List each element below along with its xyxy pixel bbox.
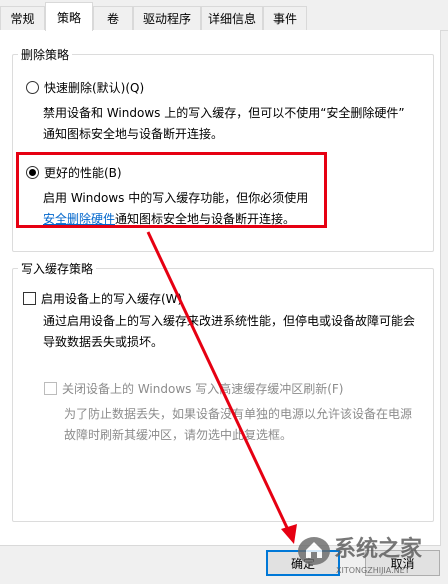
write-cache-policy-legend: 写入缓存策略 — [21, 262, 94, 276]
tab-policy[interactable]: 策略 — [45, 2, 93, 31]
disable-cache-flush-option: 关闭设备上的 Windows 写入高速缓存缓冲区刷新(F) — [44, 380, 343, 397]
enable-write-cache-label: 启用设备上的写入缓存(W) — [41, 292, 183, 306]
better-performance-label: 更好的性能(B) — [44, 166, 122, 180]
disable-cache-flush-description: 为了防止数据丢失，如果设备没有单独的电源以允许该设备在电源 故障时刷新其缓冲区，… — [64, 404, 436, 446]
disable-cache-flush-desc-line1: 为了防止数据丢失，如果设备没有单独的电源以允许该设备在电源 — [64, 407, 413, 421]
disable-cache-flush-label: 关闭设备上的 Windows 写入高速缓存缓冲区刷新(F) — [62, 382, 344, 396]
policy-panel: 删除策略 快速删除(默认)(Q) 禁用设备和 Windows 上的写入缓存，但可… — [0, 30, 441, 546]
quick-removal-description: 禁用设备和 Windows 上的写入缓存，但可以不使用“安全删除硬件” 通知图标… — [43, 103, 433, 145]
better-performance-desc-line2: 安全删除硬件通知图标安全地与设备断开连接。 — [43, 209, 423, 230]
enable-write-cache-description: 通过启用设备上的写入缓存来改进系统性能，但停电或设备故障可能会 导致数据丢失或损… — [43, 311, 438, 353]
better-performance-description: 启用 Windows 中的写入缓存功能，但你必须使用 安全删除硬件通知图标安全地… — [43, 188, 423, 230]
quick-removal-desc-line1: 禁用设备和 Windows 上的写入缓存，但可以不使用“安全删除硬件” — [43, 106, 405, 120]
enable-write-cache-checkbox[interactable] — [23, 292, 36, 305]
safely-remove-hardware-link[interactable]: 安全删除硬件 — [43, 212, 115, 226]
quick-removal-radio[interactable] — [26, 81, 39, 94]
tab-general[interactable]: 常规 — [0, 6, 45, 30]
tab-events[interactable]: 事件 — [263, 6, 307, 30]
better-performance-desc-line1: 启用 Windows 中的写入缓存功能，但你必须使用 — [43, 191, 309, 205]
tab-details[interactable]: 详细信息 — [201, 6, 263, 30]
tab-driver[interactable]: 驱动程序 — [133, 6, 201, 30]
enable-write-cache-option[interactable]: 启用设备上的写入缓存(W) — [23, 290, 182, 307]
tab-volume[interactable]: 卷 — [93, 6, 133, 30]
disable-cache-flush-desc-line2: 故障时刷新其缓冲区，请勿选中此复选框。 — [64, 428, 293, 442]
better-performance-option[interactable]: 更好的性能(B) — [26, 164, 122, 181]
better-performance-radio[interactable] — [26, 166, 39, 179]
removal-policy-legend: 删除策略 — [21, 48, 70, 62]
disable-cache-flush-checkbox — [44, 382, 57, 395]
cancel-button[interactable]: 取消 — [365, 550, 440, 576]
better-performance-desc-rest: 通知图标安全地与设备断开连接。 — [115, 212, 296, 226]
quick-removal-option[interactable]: 快速删除(默认)(Q) — [26, 79, 144, 96]
enable-write-cache-desc-line2: 导致数据丢失或损坏。 — [43, 335, 164, 349]
quick-removal-desc-line2: 通知图标安全地与设备断开连接。 — [43, 127, 224, 141]
quick-removal-label: 快速删除(默认)(Q) — [44, 81, 145, 95]
enable-write-cache-desc-line1: 通过启用设备上的写入缓存来改进系统性能，但停电或设备故障可能会 — [43, 314, 416, 328]
tab-strip: 常规 策略 卷 驱动程序 详细信息 事件 — [0, 0, 448, 31]
ok-button[interactable]: 确定 — [266, 550, 340, 576]
